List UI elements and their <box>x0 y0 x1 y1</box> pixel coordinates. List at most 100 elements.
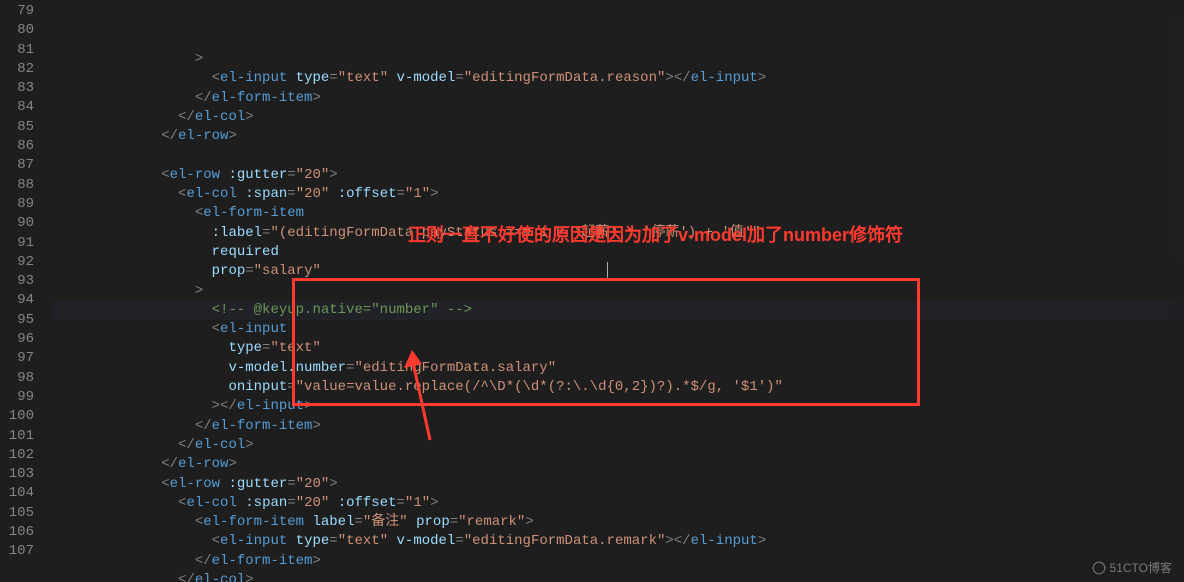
line-number: 107 <box>0 542 34 561</box>
token: el-input <box>220 533 287 549</box>
code-line[interactable]: </el-form-item> <box>52 552 1184 571</box>
token: prop <box>416 514 450 530</box>
code-line[interactable]: <el-col :span="20" :offset="1"> <box>52 494 1184 513</box>
token: el-col <box>195 572 245 582</box>
token <box>408 514 416 530</box>
token: "remark" <box>458 514 525 530</box>
token: el-form-item <box>212 90 313 106</box>
token <box>388 533 396 549</box>
code-line[interactable]: <el-row :gutter="20"> <box>52 166 1184 185</box>
code-line[interactable]: <!-- @keyup.native="number" --> <box>52 301 1184 320</box>
line-number: 94 <box>0 291 34 310</box>
token: < <box>161 476 169 492</box>
code-line[interactable]: type="text" <box>52 339 1184 358</box>
code-line[interactable]: v-model.number="editingFormData.salary" <box>52 359 1184 378</box>
code-line[interactable]: > <box>52 50 1184 69</box>
code-area[interactable]: > <el-input type="text" v-model="editing… <box>52 0 1184 582</box>
code-line[interactable]: </el-col> <box>52 571 1184 582</box>
token: > <box>304 398 312 414</box>
token: type <box>228 340 262 356</box>
token: = <box>354 514 362 530</box>
code-line[interactable]: </el-form-item> <box>52 417 1184 436</box>
line-number: 97 <box>0 349 34 368</box>
token: < <box>195 205 203 221</box>
code-line[interactable] <box>52 146 1184 165</box>
token: = <box>287 379 295 395</box>
token: "1" <box>405 495 430 511</box>
token: "20" <box>296 476 330 492</box>
token <box>287 533 295 549</box>
token <box>388 70 396 86</box>
token: = <box>287 167 295 183</box>
line-number: 86 <box>0 137 34 156</box>
token: "editingFormData.reason" <box>464 70 666 86</box>
line-number: 83 <box>0 79 34 98</box>
token: prop <box>212 263 246 279</box>
line-number: 91 <box>0 234 34 253</box>
token: required <box>212 244 279 260</box>
code-line[interactable]: <el-input type="text" v-model="editingFo… <box>52 532 1184 551</box>
token: "20" <box>296 495 330 511</box>
line-number: 98 <box>0 369 34 388</box>
code-line[interactable]: required <box>52 243 1184 262</box>
token: </ <box>195 553 212 569</box>
text-cursor <box>607 262 608 279</box>
line-number: 102 <box>0 446 34 465</box>
token: "备注" <box>363 514 408 530</box>
code-line[interactable]: oninput="value=value.replace(/^\D*(\d*(?… <box>52 378 1184 397</box>
token: :label <box>212 225 262 241</box>
token: :offset <box>338 186 397 202</box>
line-number: 90 <box>0 214 34 233</box>
code-line[interactable]: <el-input <box>52 320 1184 339</box>
token: "1" <box>405 186 430 202</box>
token: el-input <box>691 70 758 86</box>
code-line[interactable]: prop="salary" <box>52 262 1184 281</box>
code-line[interactable]: </el-form-item> <box>52 89 1184 108</box>
line-number: 79 <box>0 2 34 21</box>
code-line[interactable]: </el-row> <box>52 455 1184 474</box>
token: > <box>430 495 438 511</box>
code-line[interactable]: <el-input type="text" v-model="editingFo… <box>52 69 1184 88</box>
line-number: 100 <box>0 407 34 426</box>
line-number: 84 <box>0 98 34 117</box>
code-line[interactable]: ></el-input> <box>52 397 1184 416</box>
token: :gutter <box>228 167 287 183</box>
code-line[interactable]: </el-col> <box>52 436 1184 455</box>
line-number: 93 <box>0 272 34 291</box>
token <box>287 70 295 86</box>
token: "text" <box>338 533 388 549</box>
code-line[interactable]: > <box>52 282 1184 301</box>
token: type <box>296 70 330 86</box>
token: > <box>758 70 766 86</box>
token: "editingFormData.salary" <box>354 360 556 376</box>
token: el-col <box>186 186 236 202</box>
token: = <box>455 533 463 549</box>
watermark-label: 51CTO博客 <box>1110 559 1172 576</box>
code-line[interactable]: <el-form-item <box>52 204 1184 223</box>
line-number: 87 <box>0 156 34 175</box>
code-line[interactable]: <el-col :span="20" :offset="1"> <box>52 185 1184 204</box>
token: el-col <box>186 495 236 511</box>
code-line[interactable]: </el-col> <box>52 108 1184 127</box>
token: = <box>455 70 463 86</box>
token: > <box>312 418 320 434</box>
token: > <box>195 51 203 67</box>
token: < <box>195 514 203 530</box>
token: > <box>195 283 203 299</box>
token: oninput <box>228 379 287 395</box>
token: </ <box>195 90 212 106</box>
line-number: 99 <box>0 388 34 407</box>
code-line[interactable]: :label="(editingFormData.payStatus === 1… <box>52 224 1184 243</box>
code-line[interactable]: </el-row> <box>52 127 1184 146</box>
code-editor[interactable]: 7980818283848586878889909192939495969798… <box>0 0 1184 582</box>
token: el-form-item <box>203 205 304 221</box>
line-number: 95 <box>0 311 34 330</box>
token: < <box>161 167 169 183</box>
token: :span <box>245 186 287 202</box>
token: el-col <box>195 109 245 125</box>
token: > <box>430 186 438 202</box>
code-line[interactable]: <el-form-item label="备注" prop="remark"> <box>52 513 1184 532</box>
code-line[interactable]: <el-row :gutter="20"> <box>52 475 1184 494</box>
token: "text" <box>270 340 320 356</box>
minimap[interactable] <box>1170 0 1184 582</box>
